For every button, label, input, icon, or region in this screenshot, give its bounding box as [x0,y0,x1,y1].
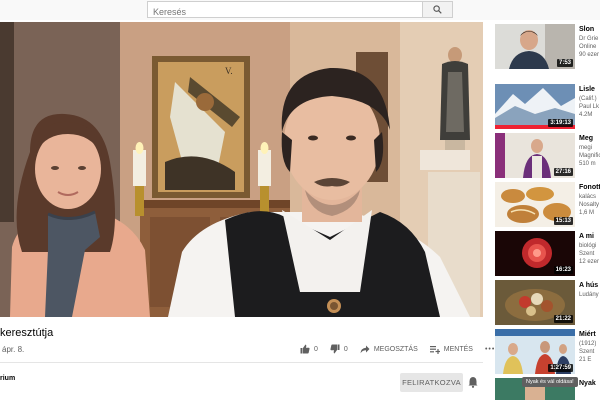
recommended-video[interactable]: 21:22 A hús Ludány [493,280,600,325]
video-title[interactable]: Miért [579,330,600,339]
video-meta: 90 ezer [579,52,600,58]
share-label: MEGOSZTÁS [373,345,418,353]
video-title[interactable]: A hús [579,281,600,290]
video-duration: 27:16 [553,168,573,176]
video-meta: Ludány [579,292,599,298]
video-title[interactable]: Meg [579,134,600,143]
video-player[interactable]: V. [0,22,483,317]
video-thumbnail[interactable]: 3:19:13 [495,84,575,129]
video-title: keresztútja [0,327,54,339]
video-thumbnail[interactable]: 1:27:59 [495,329,575,374]
like-count: 0 [314,345,318,353]
video-duration: 16:23 [553,266,573,274]
video-meta: Online [579,44,597,50]
video-title[interactable]: Slon [579,25,600,34]
video-meta: 4.2M [579,112,593,118]
recommended-video[interactable]: 15:13 Fonott kalács Nosalty 1,6 M [493,182,600,227]
video-meta: 12 ezer [579,259,600,265]
subscribed-button[interactable]: FELIRATKOZVA [400,373,463,392]
thumbs-down-icon [330,344,340,354]
video-meta: megi [579,145,593,151]
svg-text:V.: V. [225,66,233,76]
video-duration: 15:13 [553,217,573,225]
video-duration: 7:53 [556,59,573,67]
search-box[interactable] [147,1,423,20]
bell-icon[interactable] [468,376,478,388]
video-title[interactable]: Lisle [579,85,600,94]
video-meta: Paul Lk [579,104,600,110]
recommended-video[interactable]: 27:16 Meg megi Magnific 510 m [493,133,600,178]
channel-name[interactable]: rium [0,375,15,382]
search-button[interactable] [423,1,453,18]
video-title[interactable]: Nyak [579,379,600,388]
video-title[interactable]: Fonott [579,183,600,192]
video-frame: V. [0,22,483,317]
video-date: ápr. 8. [2,345,25,354]
video-thumbnail[interactable]: 27:16 [495,133,575,178]
video-thumbnail[interactable]: 16:23 [495,231,575,276]
recommended-video[interactable]: 3:19:13 Lisle (Calif.) Paul Lk 4.2M [493,84,600,129]
video-thumbnail[interactable]: 7:53 [495,24,575,69]
video-meta: Nosalty [579,202,600,208]
video-meta: (1912) [579,341,597,347]
dislike-count: 0 [343,345,348,353]
video-meta: Dr Grie [579,36,599,42]
video-meta: (Calif.) [579,96,597,102]
video-thumbnail[interactable]: 15:13 [495,182,575,227]
tooltip: Nyak és vál oldása! [522,377,578,387]
search-icon [433,5,442,14]
save-button[interactable]: MENTÉS [429,345,473,354]
video-title[interactable]: A mi [579,232,600,241]
video-meta: Szent [579,349,595,355]
like-button[interactable]: 0 [300,344,318,354]
recommended-video[interactable]: 16:23 A mi biológi Szent 12 ezer [493,231,600,276]
video-meta: biológi [579,243,597,249]
video-meta: kalács [579,194,597,200]
video-meta: Szent [579,251,595,257]
video-duration: 3:19:13 [548,119,573,127]
dislike-button[interactable]: 0 [330,344,348,354]
search-input[interactable] [148,4,422,20]
video-meta: Magnific [579,153,600,159]
playlist-add-icon [429,345,440,354]
divider [0,362,483,363]
recommendations: 7:53 Slon Dr Grie Online 90 ezer 3:19:13… [493,22,600,400]
share-icon [360,345,370,353]
share-button[interactable]: MEGOSZTÁS [360,345,418,354]
video-duration: 1:27:59 [548,364,573,372]
masthead [0,0,600,20]
video-meta: 1,6 M [579,210,595,216]
recommended-video[interactable]: 7:53 Slon Dr Grie Online 90 ezer [493,24,600,69]
video-meta: 21 E [579,357,592,363]
save-label: MENTÉS [443,345,473,353]
recommended-video[interactable]: 1:27:59 Miért (1912) Szent 21 E [493,329,600,374]
video-actions: 0 0 MEGOSZTÁS MENTÉS ••• [300,341,495,357]
video-thumbnail[interactable]: 21:22 [495,280,575,325]
thumbs-up-icon [300,344,310,354]
video-duration: 21:22 [553,315,573,323]
video-meta: 510 m [579,161,596,167]
